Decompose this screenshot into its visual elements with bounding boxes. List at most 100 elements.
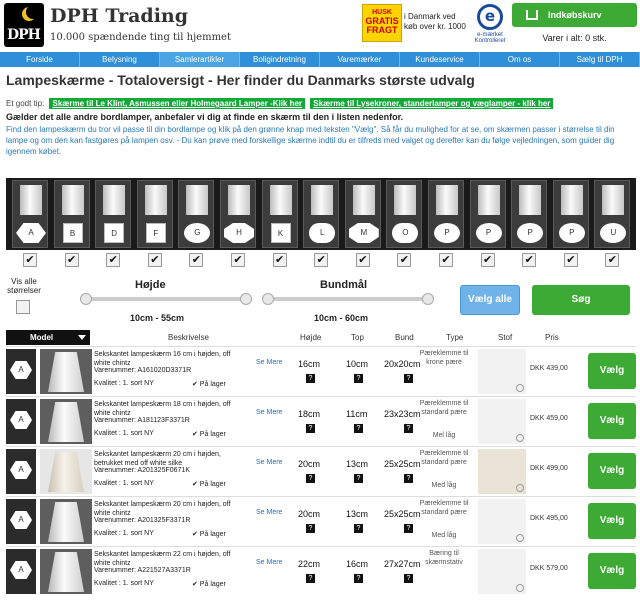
nav-item-2[interactable]: Samlerartikler	[160, 52, 240, 67]
shape-checkbox-g[interactable]: ✔	[189, 253, 204, 267]
product-description[interactable]: Sekskantet lampeskærm 20 cm i højden, be…	[94, 450, 244, 468]
shape-checkbox-m[interactable]: ✔	[355, 253, 370, 267]
nav-item-7[interactable]: Sælg til DPH	[560, 52, 640, 67]
info-icon[interactable]: ?	[354, 474, 363, 483]
product-description[interactable]: Sekskantet lampeskærm 18 cm i højden, of…	[94, 400, 244, 418]
info-icon[interactable]: ?	[354, 374, 363, 383]
zoom-icon[interactable]	[516, 384, 524, 392]
shape-checkbox-p[interactable]: ✔	[480, 253, 495, 267]
shape-option-d[interactable]: D	[95, 180, 132, 248]
fabric-swatch[interactable]	[478, 399, 526, 444]
emaerke-badge[interactable]: e e-mærket Kontrolleret	[472, 4, 508, 44]
se-mere-link[interactable]: Se Mere	[256, 509, 282, 516]
product-image[interactable]	[40, 399, 92, 444]
shape-option-p[interactable]: P	[552, 180, 589, 248]
nav-item-0[interactable]: Forside	[0, 52, 80, 67]
height-slider-track[interactable]	[86, 297, 246, 301]
product-image[interactable]	[40, 549, 92, 594]
zoom-icon[interactable]	[516, 534, 524, 542]
shape-option-m[interactable]: M	[344, 180, 381, 248]
se-mere-link[interactable]: Se Mere	[256, 359, 282, 366]
info-icon[interactable]: ?	[306, 374, 315, 383]
shape-option-g[interactable]: G	[178, 180, 215, 248]
product-description[interactable]: Sekskantet lampeskærm 20 cm i højden, of…	[94, 500, 244, 518]
se-mere-link[interactable]: Se Mere	[256, 459, 282, 466]
info-icon[interactable]: ?	[404, 374, 413, 383]
fabric-swatch[interactable]	[478, 349, 526, 394]
zoom-icon[interactable]	[516, 484, 524, 492]
shape-option-l[interactable]: L	[303, 180, 340, 248]
product-image[interactable]	[40, 349, 92, 394]
nav-item-5[interactable]: Kundeservice	[400, 52, 480, 67]
nav-item-3[interactable]: Boligindretning	[240, 52, 320, 67]
info-icon[interactable]: ?	[306, 474, 315, 483]
height-slider-max-handle[interactable]	[240, 293, 252, 305]
brand-name[interactable]: DPH Trading	[50, 5, 188, 27]
model-sort-header[interactable]: Model	[6, 330, 90, 345]
nav-item-6[interactable]: Om os	[480, 52, 560, 67]
product-description[interactable]: Sekskantet lampeskærm 16 cm i højden, of…	[94, 350, 244, 368]
info-icon[interactable]: ?	[354, 574, 363, 583]
info-icon[interactable]: ?	[306, 524, 315, 533]
shape-checkbox-p[interactable]: ✔	[439, 253, 453, 267]
select-button[interactable]: Vælg	[588, 453, 636, 489]
shape-option-h[interactable]: H	[220, 180, 256, 248]
shape-checkbox-o[interactable]: ✔	[397, 253, 412, 267]
shape-option-u[interactable]: U	[594, 180, 631, 248]
shape-checkbox-a[interactable]: ✔	[23, 253, 37, 267]
tip-link-lysekroner[interactable]: Skærme til Lysekroner, standerlamper og …	[310, 98, 554, 109]
tip-link-le-klint[interactable]: Skærme til Le Klint, Asmussen eller Holm…	[49, 98, 306, 109]
select-button[interactable]: Vælg	[588, 503, 636, 539]
shape-option-k[interactable]: K	[261, 180, 298, 248]
select-button[interactable]: Vælg	[588, 403, 636, 439]
search-button[interactable]: Søg	[532, 285, 630, 315]
info-icon[interactable]: ?	[404, 524, 413, 533]
se-mere-link[interactable]: Se Mere	[256, 559, 282, 566]
select-button[interactable]: Vælg	[588, 353, 636, 389]
fabric-swatch[interactable]	[478, 549, 526, 594]
info-icon[interactable]: ?	[404, 574, 413, 583]
select-all-button[interactable]: Vælg alle	[460, 285, 520, 315]
all-sizes-checkbox[interactable]	[16, 300, 30, 314]
shape-checkbox-h[interactable]: ✔	[231, 253, 245, 267]
shape-checkbox-p[interactable]: ✔	[563, 253, 578, 267]
shape-checkbox-b[interactable]: ✔	[64, 253, 79, 267]
shape-checkbox-k[interactable]: ✔	[272, 253, 287, 267]
shape-option-o[interactable]: O	[386, 180, 423, 248]
zoom-icon[interactable]	[516, 434, 524, 442]
shape-option-p[interactable]: P	[511, 180, 548, 248]
fabric-swatch[interactable]	[478, 449, 526, 494]
select-button[interactable]: Vælg	[588, 553, 636, 589]
nav-item-4[interactable]: Varemærker	[320, 52, 400, 67]
info-icon[interactable]: ?	[354, 524, 363, 533]
info-icon[interactable]: ?	[404, 424, 413, 433]
shape-option-p[interactable]: P	[469, 180, 506, 248]
lid-info: Med låg	[431, 482, 457, 489]
nav-item-1[interactable]: Belysning	[80, 52, 160, 67]
info-icon[interactable]: ?	[306, 424, 315, 433]
height-slider-min-handle[interactable]	[80, 293, 92, 305]
info-icon[interactable]: ?	[354, 424, 363, 433]
shape-checkbox-d[interactable]: ✔	[106, 253, 121, 267]
fabric-swatch[interactable]	[478, 499, 526, 544]
zoom-icon[interactable]	[516, 584, 524, 592]
shape-checkbox-u[interactable]: ✔	[605, 253, 620, 267]
se-mere-link[interactable]: Se Mere	[256, 409, 282, 416]
shape-option-p[interactable]: P	[428, 180, 464, 248]
dph-logo[interactable]: DPH	[4, 3, 44, 47]
shape-option-b[interactable]: B	[53, 180, 90, 248]
product-image[interactable]	[40, 499, 92, 544]
shape-checkbox-f[interactable]: ✔	[147, 253, 162, 267]
info-icon[interactable]: ?	[404, 474, 413, 483]
product-image[interactable]	[40, 449, 92, 494]
bottom-slider-max-handle[interactable]	[422, 293, 434, 305]
info-icon[interactable]: ?	[306, 574, 315, 583]
bottom-slider-track[interactable]	[268, 297, 428, 301]
shape-checkbox-p[interactable]: ✔	[522, 253, 537, 267]
shape-option-f[interactable]: F	[136, 180, 173, 248]
shape-checkbox-l[interactable]: ✔	[314, 253, 329, 267]
product-description[interactable]: Sekskantet lampeskærm 22 cm i højden, of…	[94, 550, 244, 568]
bottom-slider-min-handle[interactable]	[262, 293, 274, 305]
cart-button[interactable]: Indkøbskurv	[512, 3, 637, 27]
shape-option-a[interactable]: A	[12, 180, 48, 248]
